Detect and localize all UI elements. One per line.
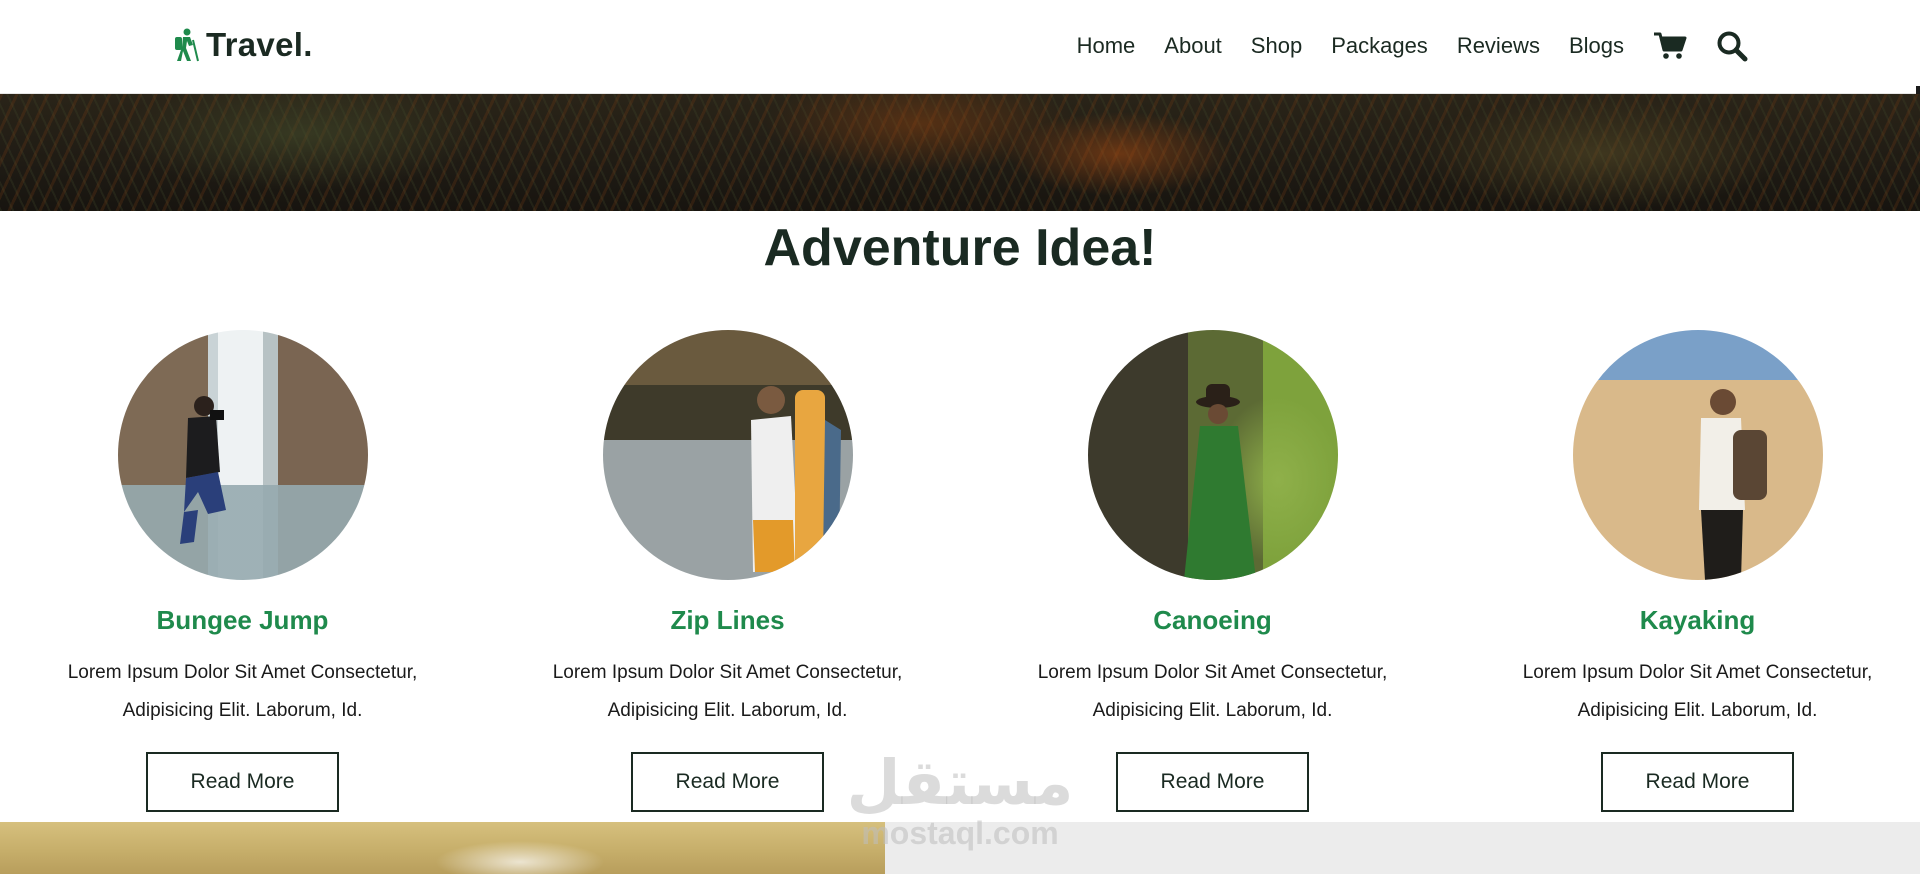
adventure-card: Kayaking Lorem Ipsum Dolor Sit Amet Cons… <box>1455 330 1920 812</box>
nav-about[interactable]: About <box>1164 33 1222 59</box>
next-section-panel <box>885 822 1920 874</box>
nav-shop[interactable]: Shop <box>1251 33 1302 59</box>
search-icon[interactable] <box>1716 30 1748 62</box>
hero-banner-image <box>0 94 1920 211</box>
logo-text: Travel. <box>206 26 313 63</box>
read-more-button[interactable]: Read More <box>146 752 339 812</box>
main-nav: Home About Shop Packages Reviews Blogs <box>1077 24 1748 68</box>
next-section-image <box>0 822 885 874</box>
nav-packages[interactable]: Packages <box>1331 33 1428 59</box>
card-description: Lorem Ipsum Dolor Sit Amet Consectetur, … <box>1522 662 1873 721</box>
card-image-desert <box>1572 330 1823 580</box>
cloaked-figure <box>1183 384 1256 580</box>
card-image-lake <box>602 330 853 580</box>
card-description: Lorem Ipsum Dolor Sit Amet Consectetur, … <box>67 662 418 721</box>
card-image-waterfall <box>117 330 368 580</box>
hiker-figure <box>750 386 841 572</box>
adventure-card: Bungee Jump Lorem Ipsum Dolor Sit Amet C… <box>0 330 485 812</box>
nav-home[interactable]: Home <box>1077 33 1136 59</box>
card-description: Lorem Ipsum Dolor Sit Amet Consectetur, … <box>1037 662 1388 721</box>
read-more-button[interactable]: Read More <box>1116 752 1309 812</box>
card-title: Canoeing <box>1153 605 1272 635</box>
card-title: Bungee Jump <box>156 605 329 635</box>
cart-icon[interactable] <box>1653 31 1687 61</box>
nav-blogs[interactable]: Blogs <box>1569 33 1624 59</box>
card-image-forest <box>1087 330 1338 580</box>
hiker-icon <box>175 28 199 62</box>
adventure-card: Canoeing Lorem Ipsum Dolor Sit Amet Cons… <box>970 330 1455 812</box>
read-more-button[interactable]: Read More <box>631 752 824 812</box>
read-more-button[interactable]: Read More <box>1601 752 1794 812</box>
photographer-figure <box>179 396 226 544</box>
backpacker-figure <box>1698 389 1767 580</box>
logo[interactable]: Travel. <box>172 22 313 68</box>
card-title: Zip Lines <box>670 605 785 635</box>
site-header: Travel. Home About Shop Packages Reviews… <box>0 0 1920 94</box>
section-title: Adventure Idea! <box>763 219 1157 277</box>
card-title: Kayaking <box>1639 605 1756 635</box>
nav-reviews[interactable]: Reviews <box>1457 33 1540 59</box>
adventure-card: Zip Lines Lorem Ipsum Dolor Sit Amet Con… <box>485 330 970 812</box>
card-description: Lorem Ipsum Dolor Sit Amet Consectetur, … <box>552 662 903 721</box>
